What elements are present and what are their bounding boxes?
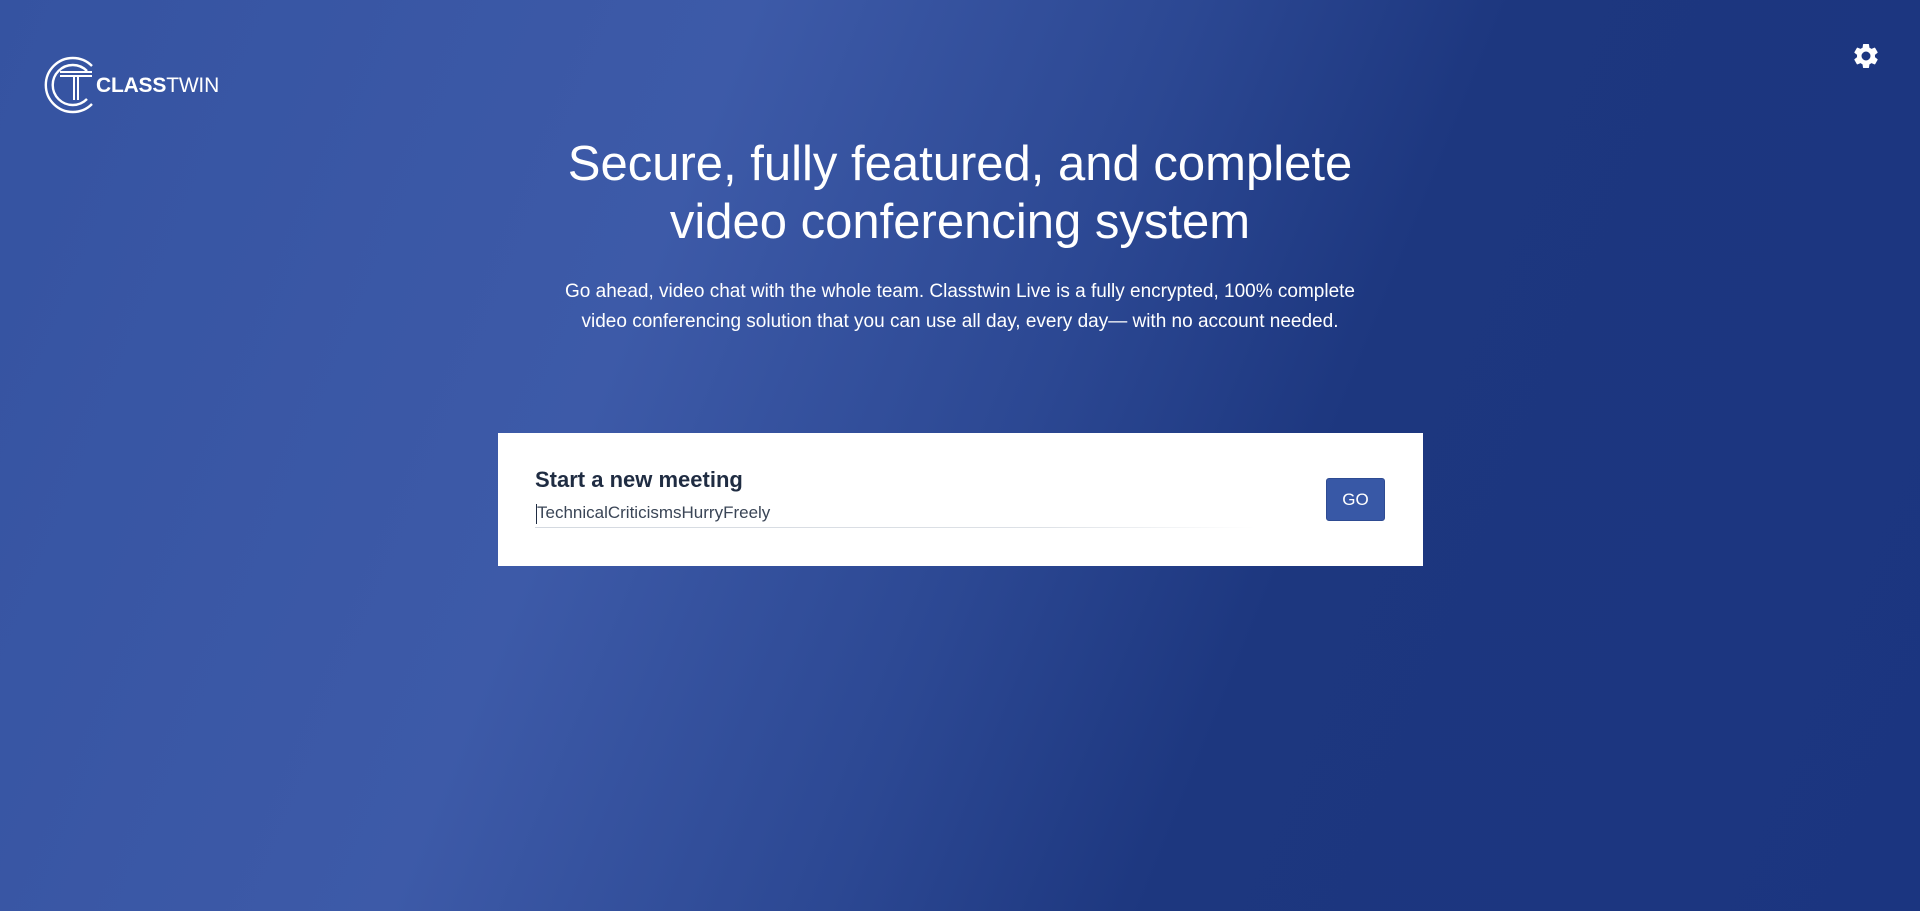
hero-title: Secure, fully featured, and complete vid… [567,137,1353,249]
classtwin-logo-icon [44,56,93,114]
gear-icon [1854,43,1878,68]
brand-name: CLASSTWIN [96,74,219,98]
meeting-input-underline [535,527,1255,528]
settings-button[interactable] [1851,41,1881,71]
new-meeting-card: Start a new meeting GO [498,433,1423,566]
text-cursor [536,504,537,524]
brand-logo[interactable]: CLASSTWIN [40,54,219,116]
brand-name-light: TWIN [166,74,220,97]
go-button[interactable]: GO [1326,478,1385,521]
brand-name-bold: CLASS [96,74,167,97]
hero-section: Secure, fully featured, and complete vid… [510,135,1410,337]
meeting-name-input[interactable] [535,499,1255,527]
new-meeting-title: Start a new meeting [535,467,743,492]
hero-description: Go ahead, video chat with the whole team… [565,281,1355,332]
